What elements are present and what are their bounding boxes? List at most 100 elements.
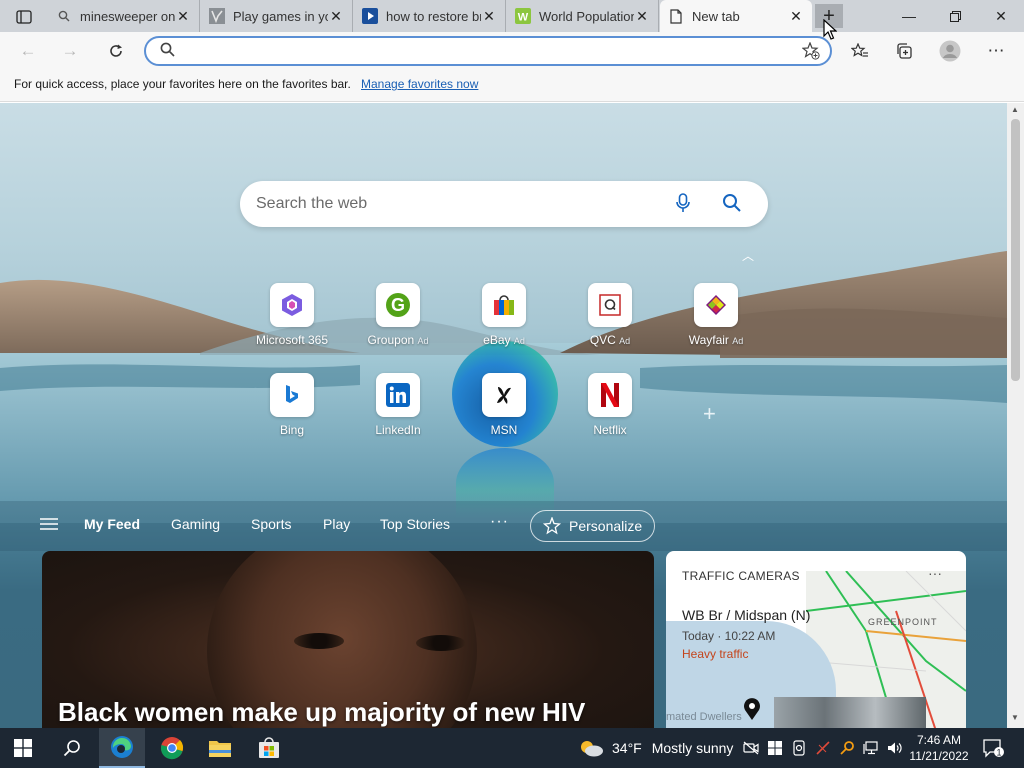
refresh-button[interactable] (102, 37, 130, 65)
card-more-options-icon[interactable]: ··· (928, 565, 942, 581)
system-clock[interactable]: 7:46 AM 11/21/2022 (906, 732, 972, 764)
tab-minesweeper[interactable]: minesweeper online ✕ (48, 0, 200, 32)
web-search-box[interactable] (240, 181, 768, 227)
video-favicon-icon (362, 8, 378, 24)
scroll-down-arrow-icon[interactable]: ▼ (1011, 713, 1019, 722)
news-photo-detail (416, 635, 466, 651)
web-search-input[interactable] (256, 193, 656, 215)
qvc-icon (588, 283, 632, 327)
tab-world-population[interactable]: W World Population ✕ (507, 0, 659, 32)
settings-menu-button[interactable]: ⋯ (982, 37, 1010, 65)
personalize-button[interactable]: Personalize (530, 510, 655, 542)
quick-link-qvc[interactable]: QVC Ad (560, 283, 660, 347)
search-submit-icon[interactable] (722, 193, 742, 216)
news-headline[interactable]: Black women make up majority of new HIV (58, 697, 585, 728)
games-favicon-icon (209, 8, 225, 24)
microsoft-store-icon (259, 737, 279, 758)
folder-icon (209, 741, 231, 757)
worldometer-favicon-icon: W (515, 8, 531, 24)
taskbar-search-button[interactable] (49, 728, 95, 768)
clock-time: 7:46 AM (916, 733, 962, 747)
page-scrollbar[interactable]: ▲ ▼ (1007, 103, 1024, 728)
tray-pen-icon[interactable] (814, 739, 832, 757)
tray-device-icon[interactable] (790, 739, 808, 757)
news-card[interactable]: Black women make up majority of new HIV (42, 551, 654, 728)
taskbar-edge[interactable] (99, 728, 145, 768)
search-icon (160, 42, 175, 60)
back-button[interactable]: ← (14, 37, 42, 65)
windows-logo-icon (14, 739, 32, 757)
forward-button[interactable]: → (56, 37, 84, 65)
taskbar-chrome[interactable] (149, 728, 195, 768)
quick-link-wayfair[interactable]: Wayfair Ad (666, 283, 766, 347)
close-tab-icon[interactable]: ✕ (481, 8, 497, 24)
tab-actions-button[interactable] (10, 6, 38, 28)
ad-badge: Ad (417, 336, 429, 346)
ebay-bag-icon (482, 283, 526, 327)
add-quick-link-plus-icon[interactable]: + (703, 401, 716, 427)
quick-link-groupon[interactable]: G Groupon Ad (348, 283, 448, 347)
minimize-button[interactable]: — (886, 0, 932, 32)
camera-pin-icon[interactable] (742, 697, 762, 724)
feed-tab-play[interactable]: Play (323, 516, 350, 532)
news-photo-detail (294, 633, 344, 649)
quick-link-bing[interactable]: Bing (242, 373, 342, 437)
minimize-icon: — (902, 8, 916, 24)
feed-tab-my-feed[interactable]: My Feed (84, 516, 140, 532)
address-input[interactable] (186, 41, 746, 61)
quick-link-microsoft-365[interactable]: Microsoft 365 (242, 283, 342, 347)
notification-center-icon[interactable]: 1 (982, 738, 1004, 761)
restore-button[interactable] (932, 0, 978, 32)
add-favorite-icon[interactable] (801, 41, 820, 63)
manage-favorites-link[interactable]: Manage favorites now (361, 77, 478, 91)
meet-now-icon[interactable] (742, 739, 760, 757)
address-bar[interactable] (144, 36, 832, 66)
hamburger-menu-icon[interactable] (40, 517, 58, 534)
taskbar-file-explorer[interactable] (197, 728, 243, 768)
profile-button[interactable] (936, 37, 964, 65)
quick-link-ebay[interactable]: eBay Ad (454, 283, 554, 347)
volume-icon[interactable] (886, 739, 904, 757)
close-tab-icon[interactable]: ✕ (328, 8, 344, 24)
feed-tab-sports[interactable]: Sports (251, 516, 291, 532)
quick-link-linkedin[interactable]: LinkedIn (348, 373, 448, 437)
close-window-button[interactable]: ✕ (978, 0, 1024, 32)
traffic-cameras-card[interactable]: TRAFFIC CAMERAS ··· WB Br / Midspan (N) … (666, 551, 966, 728)
traffic-camera-thumbnail[interactable] (774, 697, 926, 728)
tab-new-tab[interactable]: New tab ✕ (660, 0, 812, 32)
feed-tab-gaming[interactable]: Gaming (171, 516, 220, 532)
traffic-time: Today · 10:22 AM (682, 629, 776, 643)
quick-link-netflix[interactable]: Netflix (560, 373, 660, 437)
tray-app-icon[interactable] (766, 739, 784, 757)
favorites-star-list-icon (851, 43, 868, 57)
scrollbar-thumb[interactable] (1011, 119, 1020, 381)
scroll-up-arrow-icon[interactable]: ▲ (1011, 105, 1019, 114)
close-tab-icon[interactable]: ✕ (175, 8, 191, 24)
feed-navigation: My Feed Gaming Sports Play Top Stories ·… (0, 501, 1007, 551)
tab-play-games[interactable]: Play games in your browser ✕ (201, 0, 353, 32)
feed-more-button[interactable]: ··· (490, 513, 509, 531)
ad-badge: Ad (732, 336, 744, 346)
feed-tab-top-stories[interactable]: Top Stories (380, 516, 450, 532)
favorites-button[interactable] (846, 37, 874, 65)
collapse-quick-links-chevron-icon[interactable]: ︿ (742, 247, 754, 264)
avatar-icon (939, 40, 961, 62)
new-tab-page: ︿ Microsoft 365 G Groupon Ad eBay Ad QVC… (0, 103, 1007, 728)
tab-how-to-restore[interactable]: how to restore browser ✕ (354, 0, 506, 32)
start-button[interactable] (0, 728, 46, 768)
collections-icon (897, 43, 912, 59)
quick-link-label: MSN (490, 423, 518, 437)
weather-widget[interactable]: 34°F Mostly sunny (578, 738, 733, 758)
microphone-icon[interactable] (676, 193, 690, 216)
tab-title: Play games in your browser (233, 8, 328, 24)
close-tab-icon[interactable]: ✕ (788, 8, 804, 24)
tray-key-icon[interactable] (838, 739, 856, 757)
collections-button[interactable] (890, 37, 918, 65)
close-tab-icon[interactable]: ✕ (634, 8, 650, 24)
partly-sunny-icon (581, 741, 603, 757)
quick-link-msn[interactable]: MSN (454, 373, 554, 437)
msn-butterfly-icon (482, 373, 526, 417)
notification-count: 1 (996, 748, 1001, 758)
taskbar-store[interactable] (246, 728, 292, 768)
network-icon[interactable] (862, 739, 880, 757)
